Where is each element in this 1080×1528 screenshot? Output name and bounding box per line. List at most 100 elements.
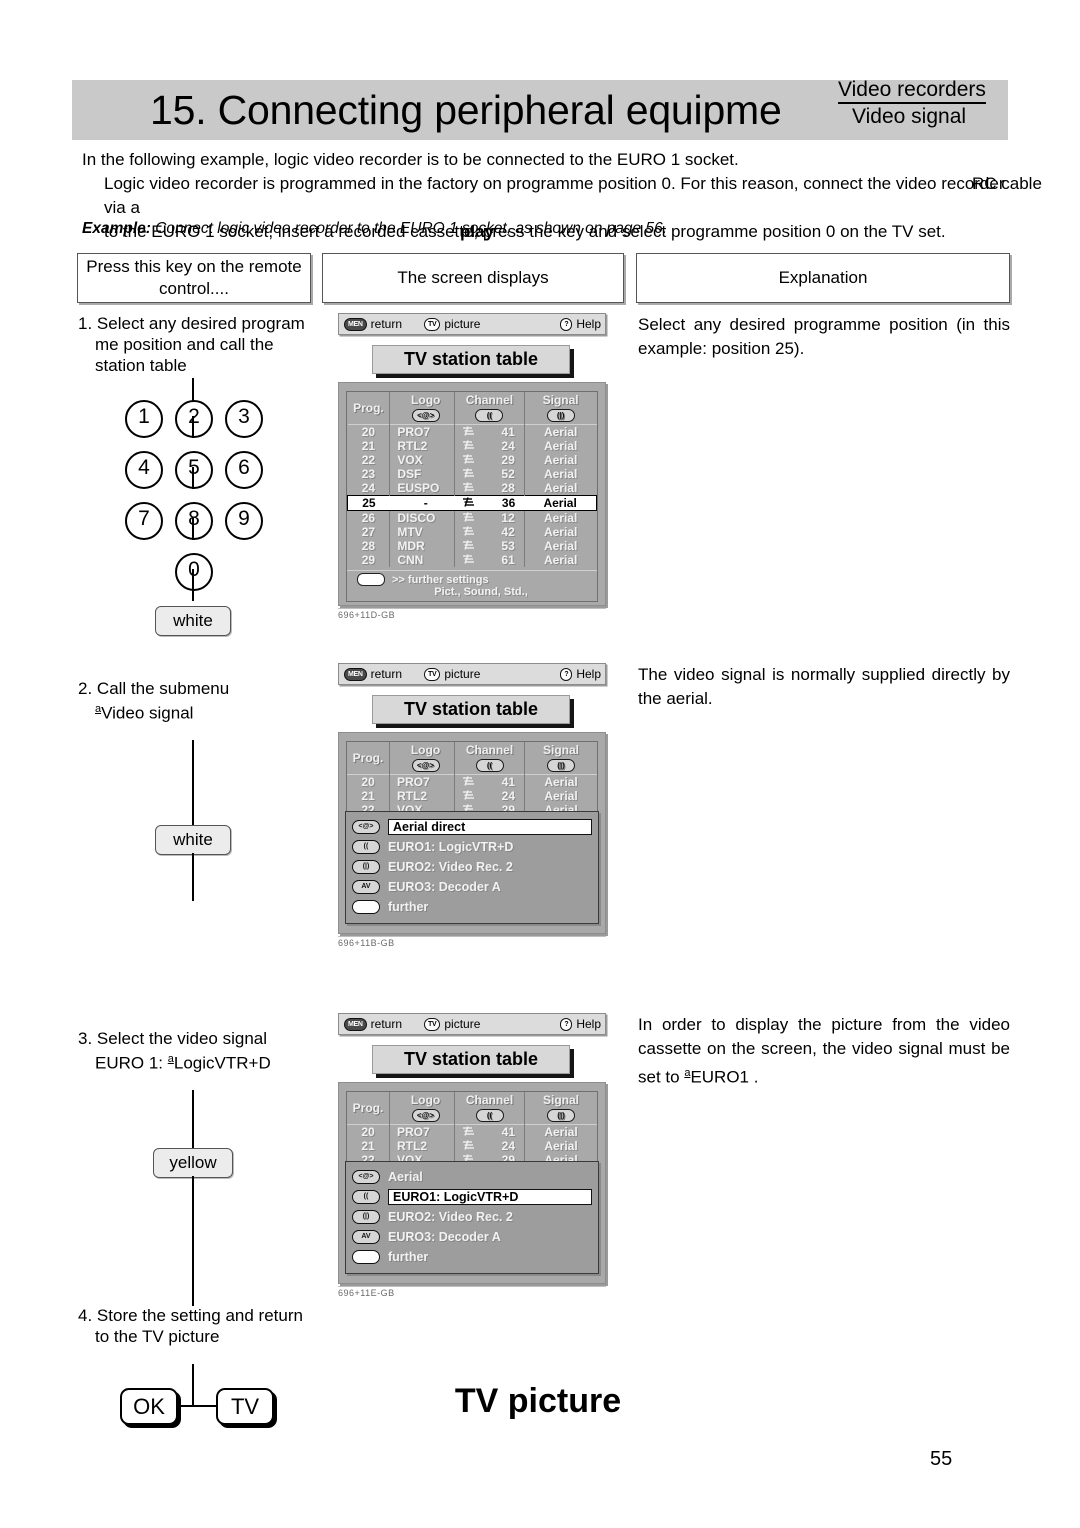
tv-button[interactable]: TV	[216, 1388, 274, 1425]
submenu-item[interactable]: AV EURO3: Decoder A	[352, 1227, 592, 1247]
white-pill-icon	[357, 573, 385, 586]
topbar-help-2[interactable]: ? Help	[560, 667, 601, 681]
table-row[interactable]: 20 PRO7 41 Aerial	[347, 1124, 597, 1139]
intro-line-2-main: Logic video recorder is programmed in th…	[104, 174, 1005, 217]
submenu-item[interactable]: further	[352, 1247, 592, 1267]
submenu-item[interactable]: ((EURO1: LogicVTR+D	[352, 1187, 592, 1207]
logo-pill-icon: <@>	[411, 409, 440, 422]
col-signal-label: Signal	[542, 393, 579, 407]
key-8[interactable]: 8	[175, 502, 213, 540]
white-button-step1[interactable]: white	[155, 606, 231, 636]
key-0[interactable]: 0	[175, 553, 213, 591]
topbar-picture-label: picture	[444, 1017, 481, 1031]
step-3-line-2: EURO 1: aLogicVTR+D	[78, 1049, 338, 1074]
antenna-icon	[461, 789, 474, 803]
help-pill-icon: ?	[560, 317, 573, 331]
cell-logo: -	[389, 495, 455, 511]
submenu-item[interactable]: <@> Aerial direct	[352, 817, 592, 837]
cell-signal: Aerial	[544, 1139, 578, 1153]
video-signal-submenu-3: <@> Aerial ((EURO1: LogicVTR+D (|) EURO2: Vi…	[345, 1161, 599, 1274]
col-prog: Prog.	[347, 392, 391, 425]
antenna-icon	[461, 539, 475, 553]
topbar-return-1[interactable]: MEN return	[344, 317, 402, 331]
antenna-icon	[461, 453, 475, 467]
table-row[interactable]: 25- 36 Aerial	[346, 495, 598, 511]
table-row[interactable]: 24 EUSPO 28 Aerial	[347, 481, 597, 496]
cell-channel: 28	[454, 481, 525, 496]
topbar-help-label: Help	[576, 667, 601, 681]
topbar-return-3[interactable]: MEN return	[344, 1017, 402, 1031]
submenu-item[interactable]: <@> Aerial	[352, 1167, 592, 1187]
submenu-item[interactable]: (|) EURO2: Video Rec. 2	[352, 1207, 592, 1227]
topbar-return-2[interactable]: MEN return	[344, 667, 402, 681]
white-button-step2[interactable]: white	[155, 825, 231, 855]
topbar-picture-2[interactable]: TV picture	[424, 667, 480, 681]
table-row[interactable]: 22 VOX 29 Aerial	[347, 453, 597, 467]
topbar-picture-3[interactable]: TV picture	[424, 1017, 480, 1031]
key-3[interactable]: 3	[225, 400, 263, 438]
step-4-number: 4.	[78, 1306, 93, 1325]
table-row[interactable]: 21 RTL2 24 Aerial	[347, 789, 597, 803]
table-row[interactable]: 27 MTV 42 Aerial	[347, 525, 597, 539]
table-row[interactable]: 23DSF 52 Aerial	[347, 467, 597, 481]
step-1-text-line-2: me position and call the	[95, 335, 274, 354]
step-3-text-logicvtr: LogicVTR+D	[173, 1053, 271, 1073]
signal-pill-icon: (|)	[547, 1109, 575, 1122]
table-row[interactable]: 26 DISCO 12 Aerial	[347, 510, 597, 525]
topbar-picture-1[interactable]: TV picture	[424, 317, 480, 331]
cell-channel-number: 12	[501, 511, 515, 525]
submenu-source-icon: AV	[352, 880, 380, 894]
topbar-help-label: Help	[576, 1017, 601, 1031]
cell-logo: PRO7	[389, 424, 456, 439]
station-table-header-row-3: Prog. Logo <@> Channel (( Signal (|)	[347, 1092, 597, 1125]
key-9[interactable]: 9	[225, 502, 263, 540]
connector-line-step2-bottom	[192, 853, 194, 901]
step-2-line-2: aVideo signal	[78, 699, 338, 724]
table-row[interactable]: 20 PRO7 41 Aerial	[347, 424, 597, 439]
tv-station-table-title-3: TV station table	[372, 1045, 570, 1074]
col-logo-label: Logo	[410, 743, 441, 757]
submenu-item[interactable]: further	[352, 897, 592, 917]
topbar-help-3[interactable]: ? Help	[560, 1017, 601, 1031]
col-logo: Logo <@>	[389, 742, 455, 775]
cell-logo: DISCO	[389, 510, 456, 525]
tv-picture-heading: TV picture	[454, 1382, 622, 1420]
key-1[interactable]: 1	[125, 400, 163, 438]
submenu-item[interactable]: AV EURO3: Decoder A	[352, 877, 592, 897]
connector-line-2-5	[192, 467, 194, 489]
help-pill-icon: ?	[560, 1017, 573, 1031]
submenu-source-icon: (|)	[352, 860, 380, 874]
table-row[interactable]: 20 PRO7 41 Aerial	[347, 774, 597, 789]
table-row[interactable]: 29 CNN 61 Aerial	[347, 553, 597, 567]
table-row[interactable]: 21 RTL2 24 Aerial	[347, 1139, 597, 1153]
step-3-text: 3. Select the video signal EURO 1: aLogi…	[78, 1028, 338, 1074]
cell-prog: 21	[347, 789, 390, 803]
table-row[interactable]: 21 RTL2 24 Aerial	[347, 439, 597, 453]
signal-pill-icon: (|)	[546, 409, 575, 422]
submenu-item[interactable]: (|) EURO2: Video Rec. 2	[352, 857, 592, 877]
cell-channel: 12	[454, 510, 525, 525]
cell-prog: 22	[347, 453, 391, 467]
col-logo-label: Logo	[411, 393, 441, 407]
cell-channel: 29	[454, 453, 525, 467]
key-5[interactable]: 5	[175, 451, 213, 489]
key-6[interactable]: 6	[225, 451, 263, 489]
cell-prog: 20	[347, 774, 390, 789]
yellow-button-step3[interactable]: yellow	[153, 1148, 233, 1178]
key-7[interactable]: 7	[125, 502, 163, 540]
cell-prog: 24	[347, 481, 391, 496]
topbar-help-1[interactable]: ? Help	[560, 317, 601, 331]
ok-button[interactable]: OK	[120, 1388, 178, 1425]
cell-channel-number: 41	[501, 425, 515, 439]
channel-pill-icon: ((	[475, 1109, 504, 1122]
submenu-item[interactable]: ((EURO1: LogicVTR+D	[352, 837, 592, 857]
header-section-video-recorders: Video recorders	[838, 78, 986, 104]
tv-pill-icon: TV	[424, 667, 441, 681]
key-4[interactable]: 4	[125, 451, 163, 489]
header-section-labels: Video recorders Video signal	[838, 78, 1013, 130]
key-2[interactable]: 2	[175, 400, 213, 438]
table-row[interactable]: 28 MDR 53 Aerial	[347, 539, 597, 553]
tv-footer-line-1-label: >> further settings	[392, 573, 489, 586]
cell-signal: Aerial	[524, 495, 598, 511]
menu-pill-icon: MEN	[344, 1017, 367, 1031]
